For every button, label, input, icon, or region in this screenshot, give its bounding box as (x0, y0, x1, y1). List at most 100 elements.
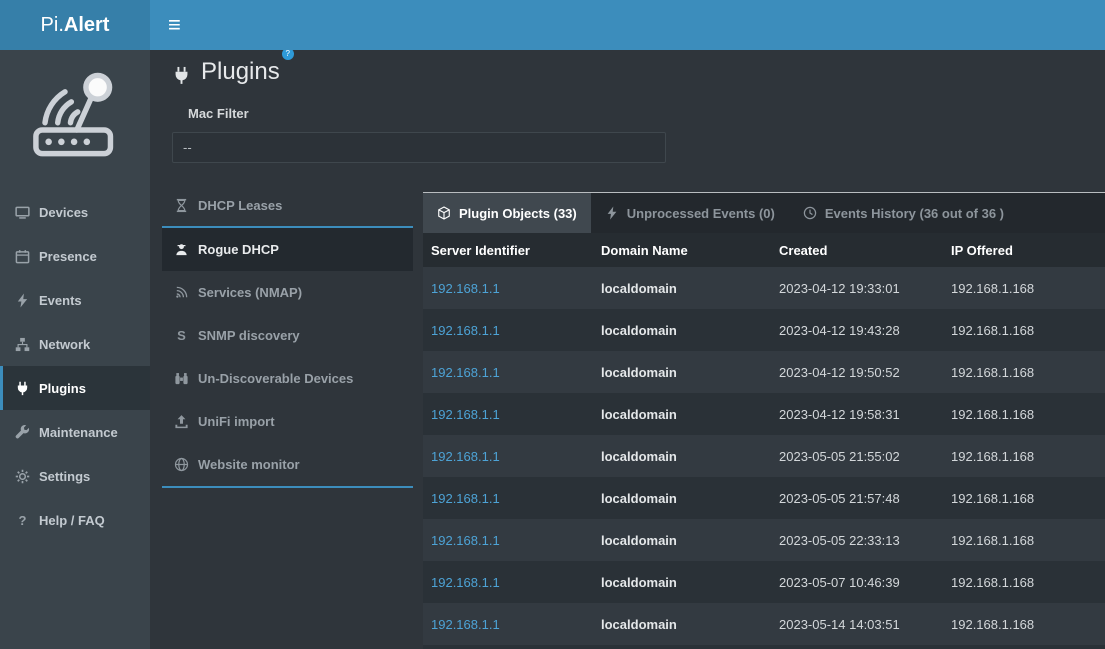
cell-server-identifier: 192.168.1.1 (423, 561, 593, 603)
plugin-item-label: SNMP discovery (198, 328, 300, 343)
table-row: 192.168.1.1 localdomain 2023-05-05 21:55… (423, 435, 1105, 477)
cell-ip-offered: 192.168.1.168 (943, 603, 1105, 645)
sitemap-icon (15, 337, 30, 352)
cell-created: 2023-05-05 21:57:48 (771, 477, 943, 519)
cell-created: 2023-05-14 14:03:51 (771, 603, 943, 645)
server-identifier-link[interactable]: 192.168.1.1 (431, 617, 500, 632)
sidebar-item-label: Settings (39, 469, 90, 484)
plugin-item-snmp-discovery[interactable]: S SNMP discovery (162, 314, 413, 357)
tab-label: Unprocessed Events (0) (627, 206, 775, 221)
main-content: Plugins ? Mac Filter -- DHCP Leases Rogu… (150, 50, 1105, 649)
plugin-item-undiscoverable-devices[interactable]: Un-Discoverable Devices (162, 357, 413, 400)
plugin-item-services-nmap[interactable]: Services (NMAP) (162, 271, 413, 314)
plugin-item-unifi-import[interactable]: UniFi import (162, 400, 413, 443)
server-identifier-link[interactable]: 192.168.1.1 (431, 281, 500, 296)
cell-server-identifier: 192.168.1.1 (423, 267, 593, 309)
cell-domain-name: localdomain (593, 561, 771, 603)
column-header-ip-offered: IP Offered (943, 233, 1105, 267)
sidebar-item-settings[interactable]: Settings (0, 454, 150, 498)
cell-created: 2023-05-05 21:55:02 (771, 435, 943, 477)
cell-ip-offered: 192.168.1.168 (943, 435, 1105, 477)
table-row: 192.168.1.1 localdomain 2023-04-12 19:33… (423, 267, 1105, 309)
cell-created: 2023-04-12 19:43:28 (771, 309, 943, 351)
table-row: 192.168.1.1 localdomain 2023-05-14 14:03… (423, 603, 1105, 645)
router-magnifier-logo (25, 70, 125, 170)
brand-logo[interactable]: Pi.Alert (0, 0, 150, 50)
hamburger-menu-button[interactable]: ≡ (150, 0, 199, 50)
hamburger-icon: ≡ (168, 12, 181, 38)
plugin-list: DHCP Leases Rogue DHCP Services (NMAP) S… (162, 185, 413, 488)
sidebar-item-label: Help / FAQ (39, 513, 105, 528)
snmp-s-icon: S (174, 328, 189, 343)
sidebar-item-presence[interactable]: Presence (0, 234, 150, 278)
plugin-item-website-monitor[interactable]: Website monitor (162, 443, 413, 486)
cell-domain-name: localdomain (593, 309, 771, 351)
top-bar: Pi.Alert ≡ (0, 0, 1105, 50)
page-header: Plugins ? (150, 50, 1105, 86)
upload-icon (174, 414, 189, 429)
sidebar-item-label: Network (39, 337, 90, 352)
satellite-signal-icon (174, 285, 189, 300)
sidebar: Devices Presence Events Network Plugins … (0, 50, 150, 649)
server-identifier-link[interactable]: 192.168.1.1 (431, 449, 500, 464)
plugin-item-label: Un-Discoverable Devices (198, 371, 353, 386)
sidebar-item-events[interactable]: Events (0, 278, 150, 322)
table-row: 192.168.1.1 localdomain 2023-05-07 10:46… (423, 561, 1105, 603)
tab-events-history[interactable]: Events History (36 out of 36 ) (789, 193, 1018, 233)
table-row: 192.168.1.1 localdomain 2023-05-05 22:33… (423, 519, 1105, 561)
column-header-created: Created (771, 233, 943, 267)
server-identifier-link[interactable]: 192.168.1.1 (431, 575, 500, 590)
server-identifier-link[interactable]: 192.168.1.1 (431, 491, 500, 506)
cell-domain-name: localdomain (593, 477, 771, 519)
top-bar-main: ≡ (150, 0, 1105, 50)
tab-bar: Plugin Objects (33) Unprocessed Events (… (423, 192, 1105, 233)
globe-icon (174, 457, 189, 472)
sidebar-item-maintenance[interactable]: Maintenance (0, 410, 150, 454)
table-row: 192.168.1.1 localdomain 2023-04-12 19:50… (423, 351, 1105, 393)
table-row: 192.168.1.1 localdomain 2023-05-05 21:57… (423, 477, 1105, 519)
table-header-row: Server Identifier Domain Name Created IP… (423, 233, 1105, 267)
server-identifier-link[interactable]: 192.168.1.1 (431, 365, 500, 380)
cell-server-identifier: 192.168.1.1 (423, 477, 593, 519)
cell-created: 2023-04-12 19:50:52 (771, 351, 943, 393)
bolt-icon (15, 293, 30, 308)
plugin-item-dhcp-leases[interactable]: DHCP Leases (162, 185, 413, 228)
server-identifier-link[interactable]: 192.168.1.1 (431, 407, 500, 422)
cell-ip-offered: 192.168.1.168 (943, 561, 1105, 603)
sidebar-item-network[interactable]: Network (0, 322, 150, 366)
mac-filter-label: Mac Filter (188, 106, 1105, 121)
plugin-detail-pane: Plugin Objects (33) Unprocessed Events (… (423, 192, 1105, 649)
table-row: 192.168.1.1 localdomain 2023-04-12 19:43… (423, 309, 1105, 351)
app-logo (0, 50, 150, 190)
gear-icon (15, 469, 30, 484)
tab-label: Plugin Objects (33) (459, 206, 577, 221)
server-identifier-link[interactable]: 192.168.1.1 (431, 533, 500, 548)
cell-server-identifier: 192.168.1.1 (423, 603, 593, 645)
cube-icon (437, 206, 451, 220)
mac-filter-value: -- (183, 140, 192, 155)
user-secret-icon (174, 242, 189, 257)
cell-domain-name: localdomain (593, 351, 771, 393)
sidebar-item-label: Events (39, 293, 82, 308)
column-header-server-identifier: Server Identifier (423, 233, 593, 267)
monitor-icon (15, 205, 30, 220)
cell-domain-name: localdomain (593, 393, 771, 435)
cell-server-identifier: 192.168.1.1 (423, 435, 593, 477)
sidebar-item-devices[interactable]: Devices (0, 190, 150, 234)
column-header-domain-name: Domain Name (593, 233, 771, 267)
mac-filter-select[interactable]: -- (172, 132, 666, 163)
cell-created: 2023-04-12 19:33:01 (771, 267, 943, 309)
cell-server-identifier: 192.168.1.1 (423, 309, 593, 351)
tab-unprocessed-events[interactable]: Unprocessed Events (0) (591, 193, 789, 233)
sidebar-item-label: Presence (39, 249, 97, 264)
sidebar-item-help-faq[interactable]: ? Help / FAQ (0, 498, 150, 542)
cell-server-identifier: 192.168.1.1 (423, 351, 593, 393)
cell-server-identifier: 192.168.1.1 (423, 519, 593, 561)
plugin-item-rogue-dhcp[interactable]: Rogue DHCP (162, 228, 413, 271)
cell-created: 2023-05-07 10:46:39 (771, 561, 943, 603)
brand-bold: Alert (64, 14, 110, 37)
brand-prefix: Pi. (41, 14, 64, 37)
sidebar-item-plugins[interactable]: Plugins (0, 366, 150, 410)
tab-plugin-objects[interactable]: Plugin Objects (33) (423, 193, 591, 233)
server-identifier-link[interactable]: 192.168.1.1 (431, 323, 500, 338)
